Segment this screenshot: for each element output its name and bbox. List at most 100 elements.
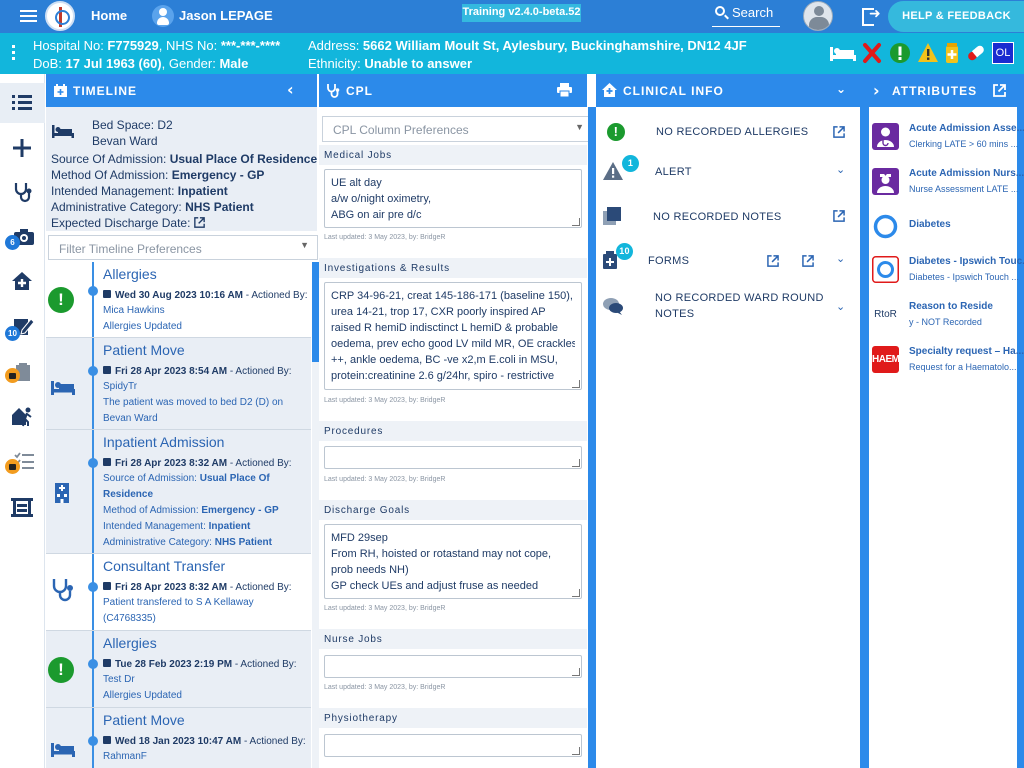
text-line: raised R hemiD indisctinct L hemiD & pro… [331, 322, 559, 334]
cpl-section-header: Physiotherapy [319, 708, 587, 728]
resize-grip-icon[interactable] [572, 589, 580, 597]
external-link-icon[interactable] [833, 126, 845, 138]
resize-grip-icon[interactable] [572, 668, 580, 676]
expand-right-icon[interactable]: › [873, 81, 881, 100]
timeline-header: TIMELINE ‹ [46, 74, 317, 107]
external-link-icon[interactable] [767, 255, 779, 267]
initials-badge[interactable]: OL [992, 42, 1014, 64]
bed-icon[interactable] [828, 42, 858, 64]
avatar[interactable] [803, 1, 833, 31]
rail-notes[interactable]: 10 [0, 308, 45, 348]
timeline-entry[interactable]: Consultant Transfer Fri 28 Apr 2023 8:32… [46, 554, 311, 631]
physiotherapy-textarea[interactable] [324, 734, 582, 757]
timeline-filter-select[interactable]: Filter Timeline Preferences ▼ [48, 235, 318, 260]
section-title: Investigations & Results [324, 263, 450, 274]
cpl-panel: CPL Column Preferences ▼ Medical Jobs UE… [319, 107, 593, 768]
rail-discharge[interactable] [0, 397, 45, 437]
cpl-scrollbar[interactable] [588, 107, 596, 768]
discharge-label: Expected Discharge Date: [51, 216, 191, 230]
entry-date: Wed 30 Aug 2023 10:16 AM - Actioned By: [103, 290, 308, 301]
search-button[interactable]: Search [712, 4, 780, 27]
rail-ward[interactable] [0, 488, 45, 528]
allergy-icon[interactable] [889, 42, 911, 64]
allergies-row[interactable]: ! NO RECORDED ALLERGIES [596, 121, 860, 145]
attribute-item[interactable]: RtoR Reason to Reside y - NOT Recorded [872, 301, 1020, 331]
intended-management: Intended Management: Inpatient [51, 184, 228, 198]
pill-icon[interactable] [965, 42, 987, 64]
address-value: 5662 William Moult St, Aylesbury, Buckin… [362, 38, 747, 53]
investigations-textarea[interactable]: CRP 34-96-21, creat 145-186-171 (baselin… [324, 282, 582, 390]
rail-camera[interactable]: 6 [0, 217, 45, 257]
user-name[interactable]: Jason LEPAGE [179, 8, 273, 23]
resize-grip-icon[interactable] [572, 380, 580, 388]
cpl-column-select[interactable]: CPL Column Preferences ▼ [322, 116, 593, 142]
collapse-left-icon[interactable]: ‹ [287, 80, 295, 99]
section-title: Discharge Goals [324, 505, 410, 516]
chevron-down-icon[interactable]: ⌄ [836, 300, 846, 313]
plus-icon [13, 139, 31, 157]
print-icon[interactable] [557, 83, 572, 97]
resize-grip-icon[interactable] [572, 459, 580, 467]
attribute-title: Acute Admission Nurs... [909, 168, 1024, 179]
home-link[interactable]: Home [91, 8, 127, 23]
help-feedback-button[interactable]: HELP & FEEDBACK [888, 1, 1024, 32]
attribute-title: Specialty request – Ha... [909, 346, 1024, 357]
address: Address: 5662 William Moult St, Aylesbur… [308, 38, 747, 53]
warning-icon[interactable] [917, 42, 939, 64]
timeline-entry[interactable]: Patient Move Wed 18 Jan 2023 10:47 AM - … [46, 708, 311, 768]
timeline-entry[interactable]: Inpatient Admission Fri 28 Apr 2023 8:32… [46, 430, 311, 554]
external-link-icon[interactable] [993, 84, 1006, 97]
external-link-icon[interactable] [802, 255, 814, 267]
clinical-info-header: CLINICAL INFO ⌄ [596, 74, 860, 107]
medication-icon[interactable] [943, 42, 961, 64]
alert-row[interactable]: 1 ALERT ⌄ [596, 155, 860, 185]
resize-grip-icon[interactable] [572, 747, 580, 755]
stethoscope-icon [14, 183, 32, 203]
timeline-entry[interactable]: ! Allergies Tue 28 Feb 2023 2:19 PM - Ac… [46, 631, 311, 708]
rail-add[interactable] [0, 128, 45, 168]
forms-row[interactable]: 10 FORMS ⌄ [596, 243, 860, 273]
alert-count-badge: 1 [622, 155, 639, 172]
resize-grip-icon[interactable] [572, 218, 580, 226]
edit-link-icon[interactable] [193, 217, 205, 228]
chevron-down-icon[interactable]: ⌄ [836, 163, 846, 176]
notes-row[interactable]: NO RECORDED NOTES [596, 204, 860, 230]
discharge-goals-textarea[interactable]: MFD 29sep From RH, hoisted or rotastand … [324, 524, 582, 599]
nurse-jobs-textarea[interactable] [324, 655, 582, 678]
actioned-by-label: - Actioned By: [227, 458, 292, 469]
entry-title: Allergies [103, 635, 157, 651]
timeline-list[interactable]: ! Allergies Wed 30 Aug 2023 10:16 AM - A… [46, 262, 311, 768]
rail-locked-checklist[interactable] [0, 444, 45, 484]
rail-home-care[interactable] [0, 262, 45, 302]
external-link-icon[interactable] [833, 210, 845, 222]
entry-date-value: Fri 28 Apr 2023 8:32 AM [115, 582, 228, 593]
home-medical-icon [602, 83, 617, 97]
medical-jobs-textarea[interactable]: UE alt day a/w o/night oximetry, ABG on … [324, 169, 582, 228]
text-line: From RH, hoisted or rotastand may not co… [331, 548, 552, 560]
banner-handle-icon[interactable] [12, 45, 18, 61]
last-updated: Last updated: 3 May 2023, by: BridgeR [324, 397, 446, 404]
timeline-entry[interactable]: Patient Move Fri 28 Apr 2023 8:54 AM - A… [46, 338, 311, 430]
attribute-item[interactable]: Acute Admission Nurs... Nurse Assessment… [872, 168, 1024, 196]
attribute-item[interactable]: HAEM Specialty request – Ha... Request f… [872, 346, 1024, 376]
section-title: Physiotherapy [324, 713, 398, 724]
calendar-icon [103, 458, 111, 466]
timeline-entry[interactable]: ! Allergies Wed 30 Aug 2023 10:16 AM - A… [46, 262, 311, 338]
text-line: protein:creatinine 2.6 g/24hr, spiro - r… [331, 370, 555, 382]
chevron-down-icon[interactable]: ⌄ [836, 82, 847, 96]
attribute-item[interactable]: Acute Admission Asse... Clerking LATE > … [872, 123, 1024, 151]
chevron-down-icon[interactable]: ⌄ [836, 252, 846, 265]
attribute-item[interactable]: Diabetes - Ipswich Touc... Diabetes - Ip… [872, 256, 1024, 286]
attribute-item[interactable]: Diabetes [872, 213, 1020, 241]
rail-list[interactable] [0, 83, 45, 123]
procedures-textarea[interactable] [324, 446, 582, 469]
logout-icon[interactable] [862, 6, 882, 26]
menu-icon[interactable] [20, 10, 37, 23]
notes-count-badge: 10 [5, 326, 20, 341]
ward-round-notes-row[interactable]: NO RECORDED WARD ROUND NOTES ⌄ [596, 290, 860, 324]
entry-line: The patient was moved to bed D2 (D) on [103, 397, 284, 408]
rail-stethoscope[interactable] [0, 172, 45, 212]
ward-round-label-2: NOTES [655, 308, 695, 320]
red-x-icon[interactable] [862, 42, 882, 64]
rail-locked-clipboard[interactable] [0, 354, 45, 394]
